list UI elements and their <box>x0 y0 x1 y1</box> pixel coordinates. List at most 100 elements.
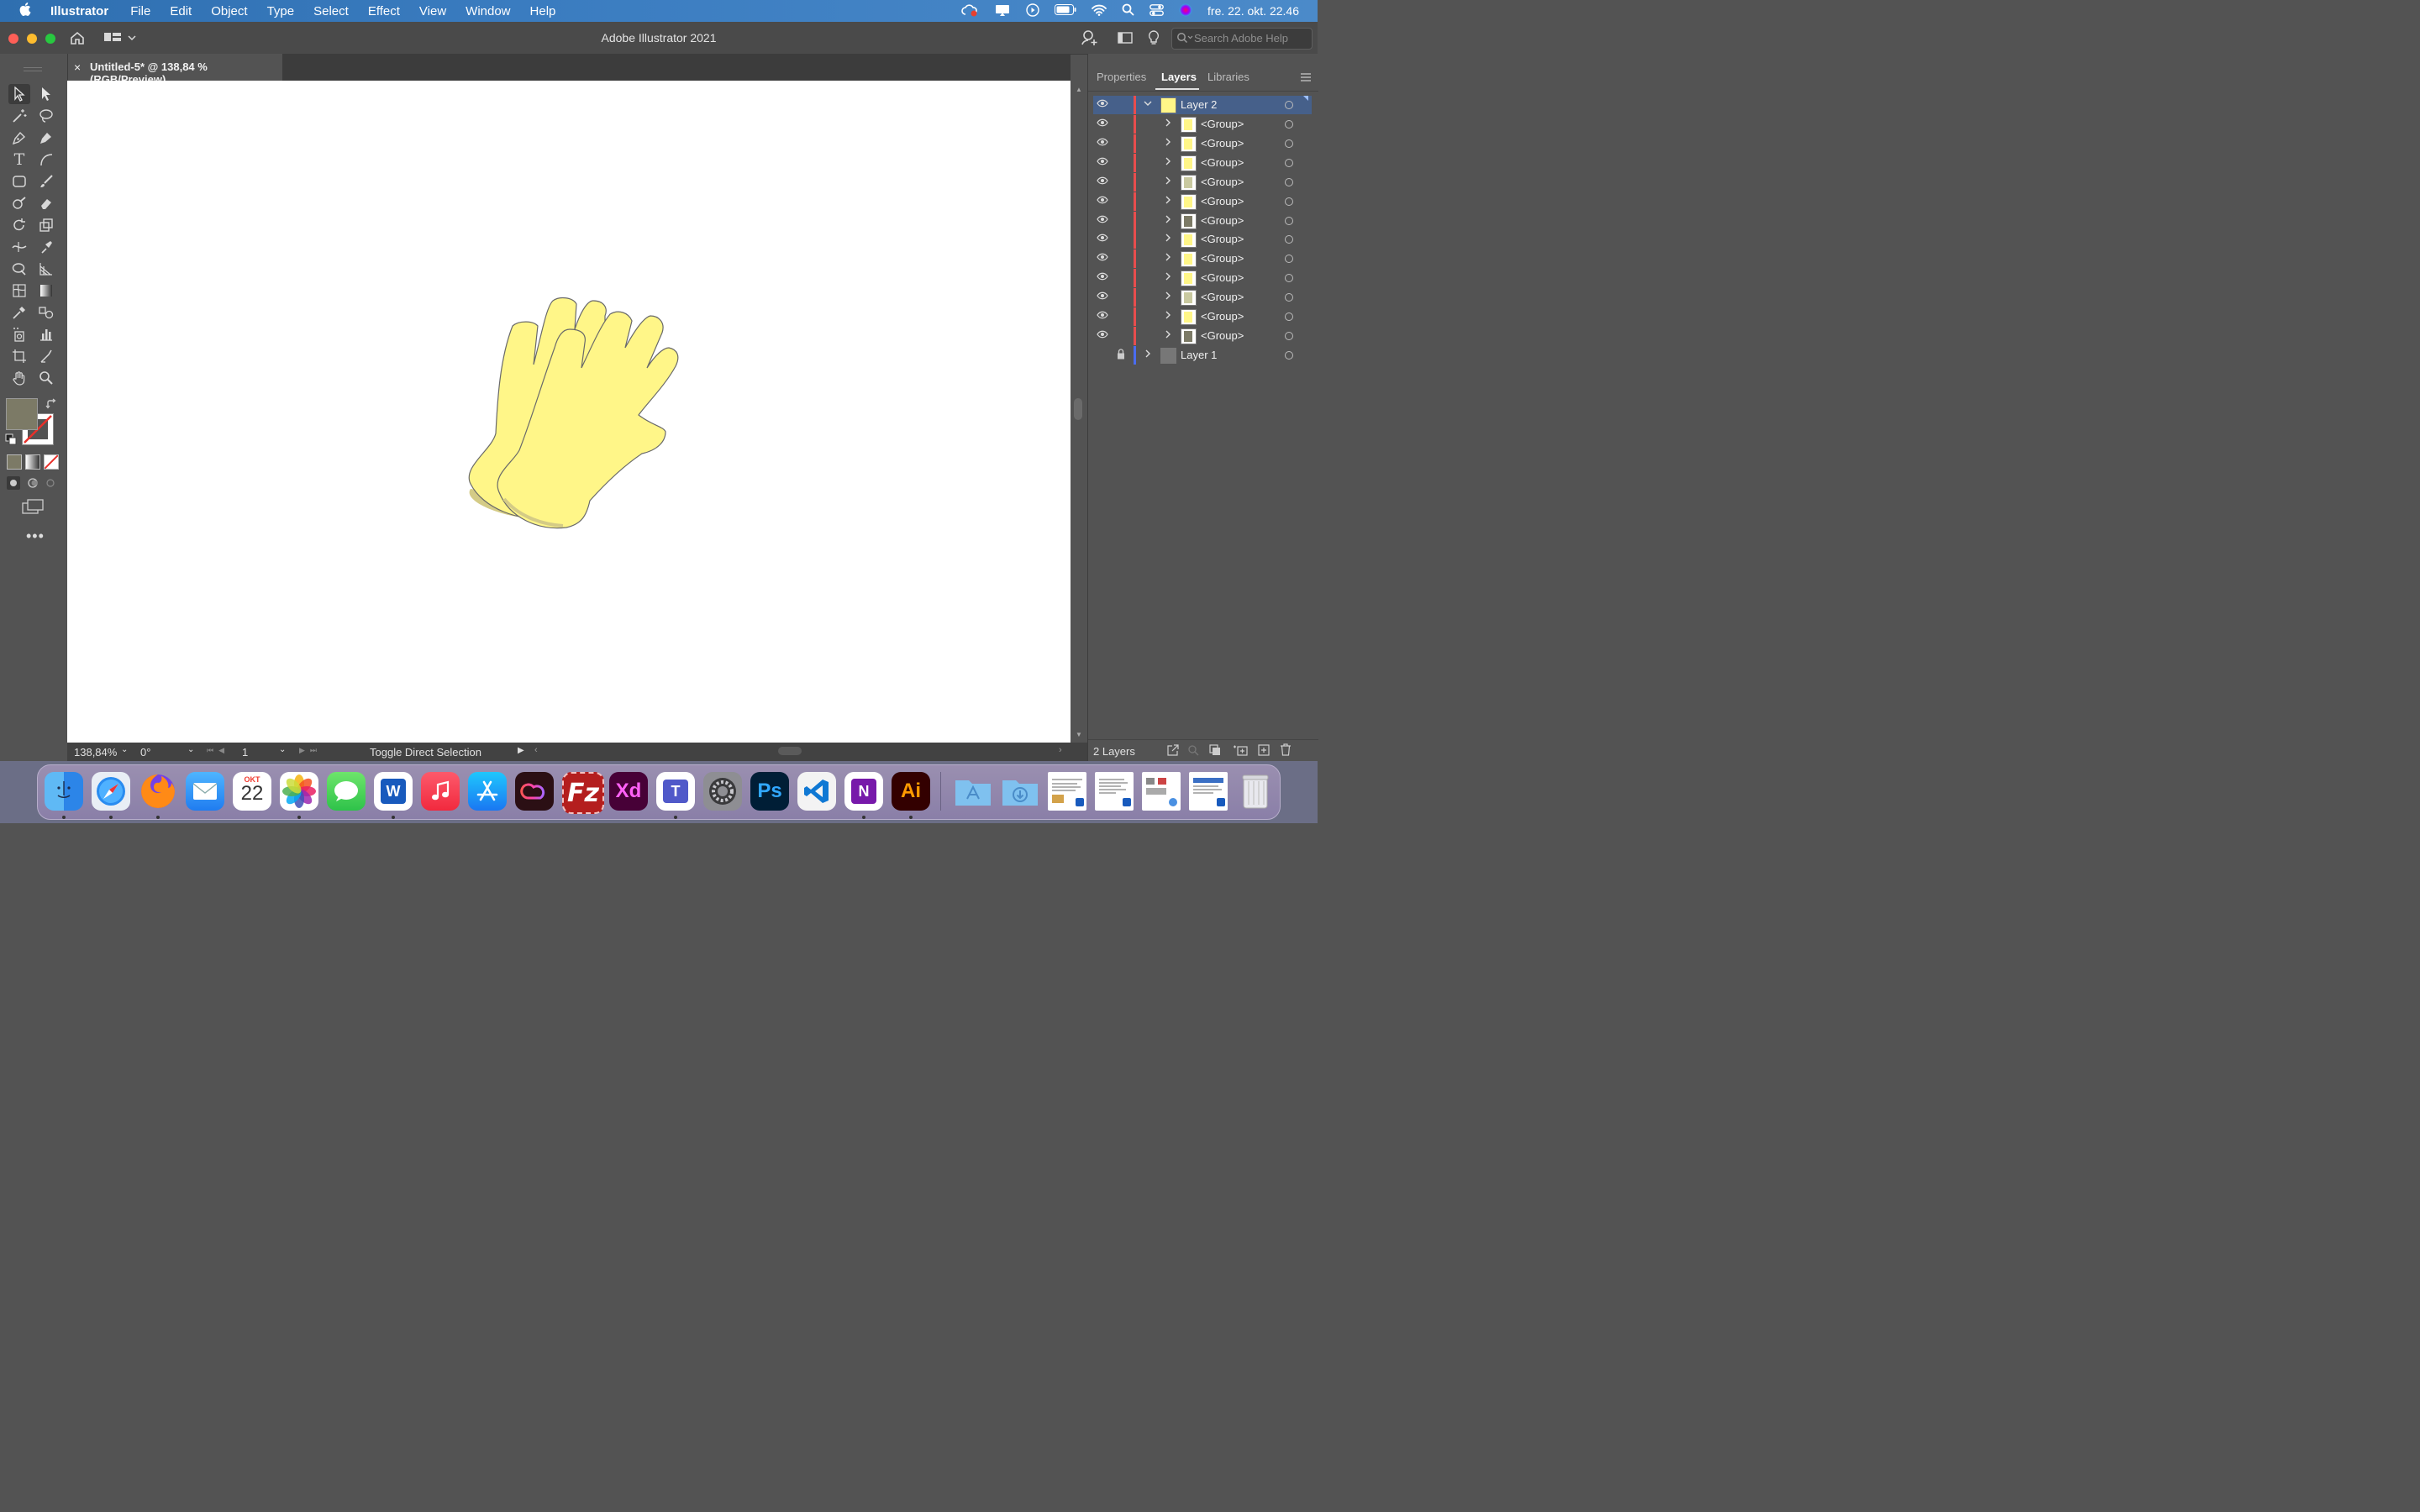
close-tab-icon[interactable]: × <box>74 60 81 74</box>
perspective-grid-tool-icon[interactable] <box>35 259 57 279</box>
document-thumbnail-1-icon[interactable] <box>1048 772 1086 811</box>
messages-icon[interactable] <box>327 772 366 811</box>
group-row[interactable]: <Group> <box>1093 288 1312 307</box>
photoshop-icon[interactable]: Ps <box>750 772 789 811</box>
calendar-icon[interactable]: OKT 22 <box>233 772 271 811</box>
group-row[interactable]: <Group> <box>1093 249 1312 269</box>
group-row[interactable]: <Group> <box>1093 134 1312 153</box>
gradient-mode-button[interactable] <box>25 454 40 470</box>
visibility-eye-icon[interactable] <box>1097 176 1108 187</box>
control-center-icon[interactable] <box>1150 3 1164 18</box>
lightbulb-icon[interactable] <box>1148 30 1160 50</box>
group-name[interactable]: <Group> <box>1201 233 1244 245</box>
scroll-down-icon[interactable]: ▼ <box>1076 731 1082 738</box>
filezilla-icon[interactable]: Fz <box>562 772 604 814</box>
toolbar-grip[interactable] <box>24 67 42 71</box>
target-circle-icon[interactable] <box>1285 312 1293 321</box>
rotation-dropdown-icon[interactable]: ⌄ <box>187 745 194 754</box>
tab-libraries[interactable]: Libraries <box>1207 71 1249 83</box>
play-icon[interactable] <box>1026 3 1039 19</box>
column-graph-tool-icon[interactable] <box>35 324 57 344</box>
firefox-icon[interactable] <box>139 772 177 811</box>
document-thumbnail-4-icon[interactable] <box>1189 772 1228 811</box>
chevron-right-icon[interactable] <box>1164 291 1172 302</box>
eyedropper-tool-icon[interactable] <box>8 302 30 323</box>
target-circle-icon[interactable] <box>1285 158 1293 167</box>
horizontal-scroll-thumb[interactable] <box>778 747 802 755</box>
group-name[interactable]: <Group> <box>1201 291 1244 303</box>
downloads-folder-icon[interactable] <box>1001 772 1039 811</box>
shape-builder-tool-icon[interactable] <box>8 259 30 279</box>
locate-object-icon[interactable] <box>1187 744 1199 759</box>
type-tool-icon[interactable]: T <box>8 150 30 170</box>
selection-indicator-icon[interactable] <box>1303 96 1308 101</box>
chevron-right-icon[interactable] <box>1164 214 1172 226</box>
mail-icon[interactable] <box>186 772 224 811</box>
battery-icon[interactable] <box>1055 4 1076 18</box>
chevron-right-icon[interactable] <box>1164 195 1172 207</box>
visibility-eye-icon[interactable] <box>1097 329 1108 341</box>
selection-tool-icon[interactable] <box>8 84 30 104</box>
group-name[interactable]: <Group> <box>1201 214 1244 227</box>
chevron-down-icon[interactable] <box>1144 98 1152 110</box>
target-circle-icon[interactable] <box>1285 120 1293 129</box>
target-circle-icon[interactable] <box>1285 101 1293 109</box>
chevron-right-icon[interactable] <box>1164 176 1172 187</box>
new-layer-icon[interactable] <box>1258 744 1270 759</box>
group-name[interactable]: <Group> <box>1201 310 1244 323</box>
clipping-mask-icon[interactable] <box>1209 744 1221 759</box>
visibility-eye-icon[interactable] <box>1097 214 1108 226</box>
none-mode-button[interactable] <box>44 454 59 470</box>
siri-icon[interactable] <box>1179 3 1192 19</box>
menu-edit[interactable]: Edit <box>170 4 192 18</box>
chevron-right-icon[interactable] <box>1164 156 1172 168</box>
rotation-field[interactable]: 0° <box>140 746 150 759</box>
wifi-icon[interactable] <box>1092 4 1107 18</box>
rectangle-tool-icon[interactable] <box>8 171 30 192</box>
group-row[interactable]: <Group> <box>1093 326 1312 345</box>
creative-cloud-status-icon[interactable] <box>960 3 979 19</box>
pen-tool-icon[interactable] <box>8 128 30 148</box>
visibility-eye-icon[interactable] <box>1097 271 1108 283</box>
help-search-field[interactable]: Search Adobe Help <box>1171 28 1313 50</box>
vertical-scroll-thumb[interactable] <box>1074 398 1082 420</box>
chevron-right-icon[interactable] <box>1164 310 1172 322</box>
width-tool-icon[interactable] <box>8 237 30 257</box>
group-row[interactable]: <Group> <box>1093 269 1312 288</box>
export-icon[interactable] <box>1167 744 1179 759</box>
blend-tool-icon[interactable] <box>35 302 57 323</box>
target-circle-icon[interactable] <box>1285 255 1293 264</box>
trash-bin-icon[interactable] <box>1236 772 1275 811</box>
visibility-eye-icon[interactable] <box>1097 252 1108 264</box>
status-menu-arrow-icon[interactable]: ▶ <box>518 746 524 755</box>
group-row[interactable]: <Group> <box>1093 230 1312 249</box>
swap-fill-stroke-icon[interactable] <box>45 398 57 412</box>
app-store-icon[interactable] <box>468 772 507 811</box>
scroll-right-icon[interactable]: › <box>1059 745 1062 755</box>
symbol-sprayer-tool-icon[interactable] <box>8 324 30 344</box>
first-prev-artboard-icons[interactable]: ⏮◀ <box>207 746 229 755</box>
chevron-right-icon[interactable] <box>1164 252 1172 264</box>
draw-normal-icon[interactable] <box>7 476 59 494</box>
group-name[interactable]: <Group> <box>1201 176 1244 188</box>
change-screen-mode-icon[interactable] <box>22 499 44 518</box>
document-thumbnail-2-icon[interactable] <box>1095 772 1134 811</box>
music-icon[interactable] <box>421 772 460 811</box>
new-sublayer-icon[interactable] <box>1233 744 1248 759</box>
visibility-eye-icon[interactable] <box>1097 291 1108 302</box>
color-mode-button[interactable] <box>7 454 22 470</box>
system-preferences-icon[interactable] <box>703 772 742 811</box>
menu-window[interactable]: Window <box>466 4 510 18</box>
lock-icon[interactable] <box>1117 349 1125 362</box>
group-row[interactable]: <Group> <box>1093 211 1312 230</box>
mesh-tool-icon[interactable] <box>8 281 30 301</box>
menubar-clock[interactable]: fre. 22. okt. 22.46 <box>1207 4 1299 18</box>
rotate-tool-icon[interactable] <box>8 215 30 235</box>
share-user-icon[interactable] <box>1081 29 1099 50</box>
group-row[interactable]: <Group> <box>1093 153 1312 172</box>
hand-tool-icon[interactable] <box>8 368 30 388</box>
document-tab[interactable]: × Untitled-5* @ 138,84 % (RGB/Preview) <box>67 54 282 86</box>
gloves-artwork[interactable] <box>67 81 1071 743</box>
group-name[interactable]: <Group> <box>1201 195 1244 207</box>
fill-swatch[interactable] <box>6 398 38 430</box>
